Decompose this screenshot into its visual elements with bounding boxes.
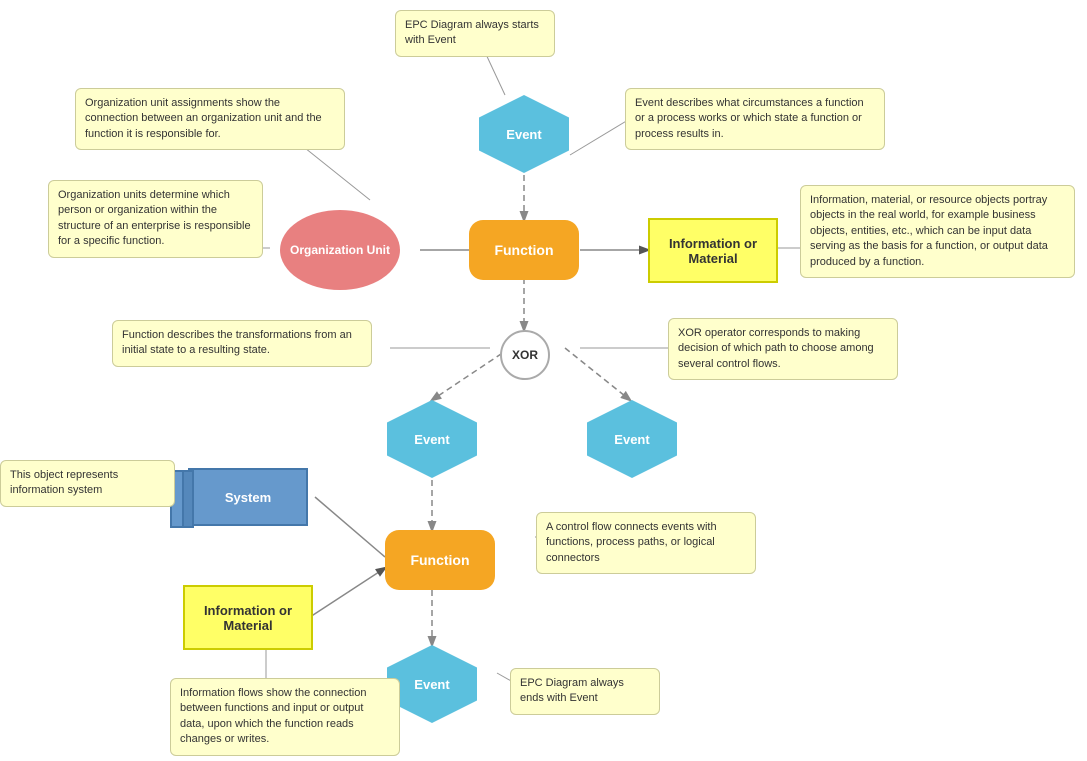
system-label: System	[225, 490, 271, 505]
system-box: System	[188, 468, 308, 526]
note-event-describes: Event describes what circumstances a fun…	[625, 88, 885, 150]
org-unit-label: Organization Unit	[290, 243, 390, 257]
function-2-label: Function	[410, 552, 469, 568]
event-3: Event	[587, 400, 677, 478]
note-org-assignment: Organization unit assignments show the c…	[75, 88, 345, 150]
note-xor-desc: XOR operator corresponds to making decis…	[668, 318, 898, 380]
event-1: Event	[479, 95, 569, 173]
event-2-label: Event	[414, 432, 449, 447]
event-1-label: Event	[506, 127, 541, 142]
note-system-desc: This object represents information syste…	[0, 460, 175, 507]
note-epc-end: EPC Diagram always ends with Event	[510, 668, 660, 715]
note-control-flow: A control flow connects events with func…	[536, 512, 756, 574]
function-1: Function	[469, 220, 579, 280]
info-material-1: Information or Material	[648, 218, 778, 283]
note-epc-start: EPC Diagram always starts with Event	[395, 10, 555, 57]
function-2: Function	[385, 530, 495, 590]
event-4-label: Event	[414, 677, 449, 692]
info-material-2: Information or Material	[183, 585, 313, 650]
function-1-label: Function	[494, 242, 553, 258]
diagram-container: EPC Diagram always starts with Event Eve…	[0, 0, 1087, 761]
note-info-material-desc: Information, material, or resource objec…	[800, 185, 1075, 278]
note-function-describes: Function describes the transformations f…	[112, 320, 372, 367]
info-material-2-label: Information or Material	[185, 603, 311, 633]
note-info-flow: Information flows show the connection be…	[170, 678, 400, 756]
xor-circle: XOR	[500, 330, 550, 380]
event-4: Event	[387, 645, 477, 723]
note-org-determine: Organization units determine which perso…	[48, 180, 263, 258]
xor-label: XOR	[512, 348, 538, 362]
event-2: Event	[387, 400, 477, 478]
event-3-label: Event	[614, 432, 649, 447]
info-material-1-label: Information or Material	[650, 236, 776, 266]
org-unit: Organization Unit	[280, 210, 400, 290]
